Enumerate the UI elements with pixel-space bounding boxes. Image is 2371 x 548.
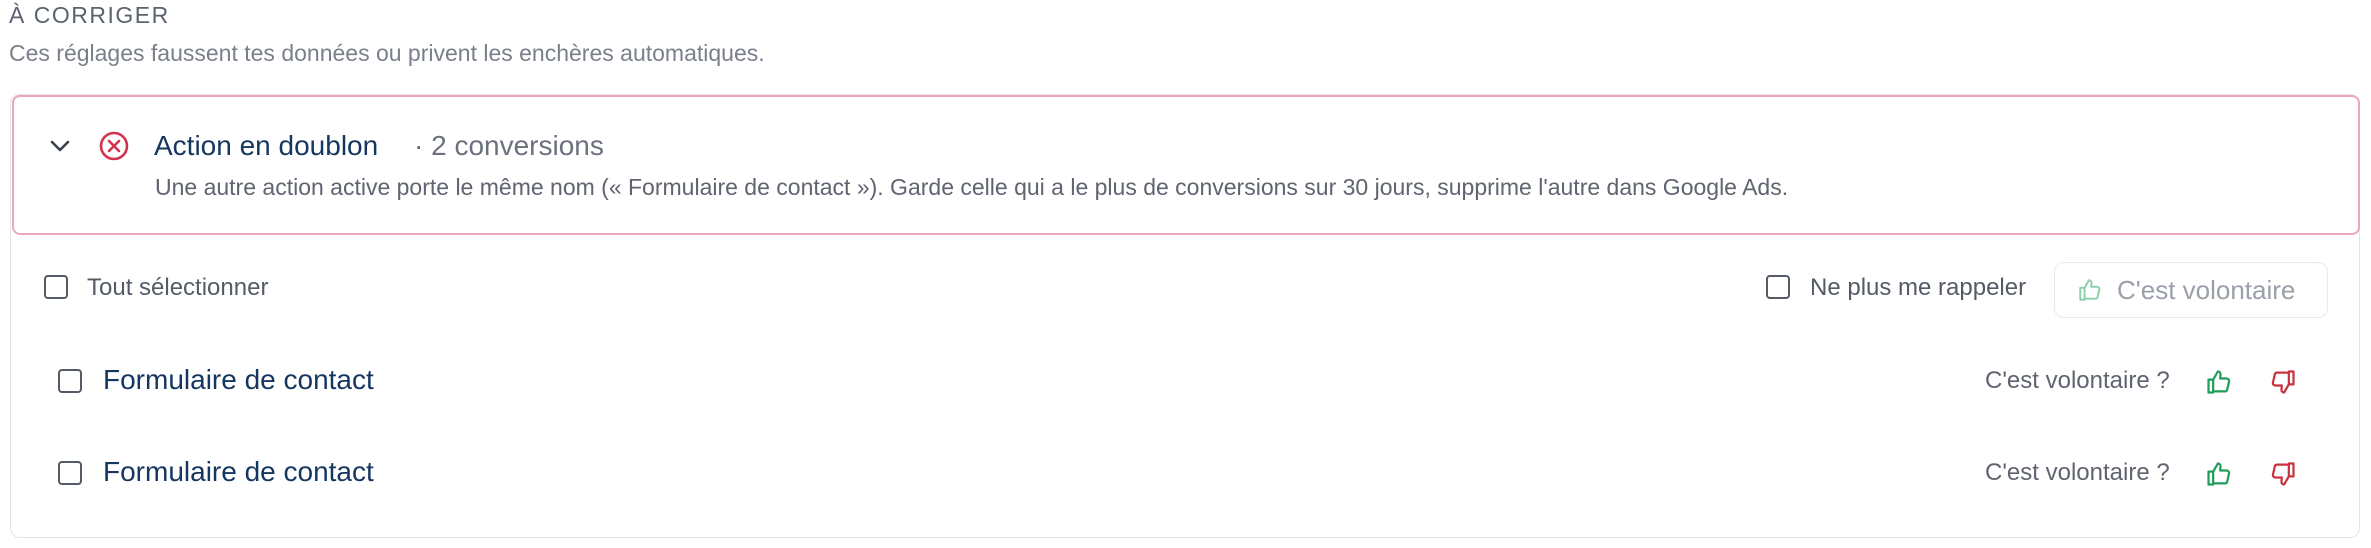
row-checkbox[interactable] — [58, 369, 82, 393]
row-label[interactable]: Formulaire de contact — [103, 456, 374, 488]
thumbs-down-icon[interactable] — [2266, 365, 2300, 399]
select-all-checkbox[interactable] — [44, 275, 68, 299]
thumbs-up-icon — [2077, 277, 2103, 303]
thumbs-up-icon[interactable] — [2202, 457, 2236, 491]
issue-description: Une autre action active porte le même no… — [155, 174, 1789, 200]
do-not-remind-checkbox[interactable] — [1766, 275, 1790, 299]
page: À CORRIGER Ces réglages faussent tes don… — [0, 0, 2371, 548]
chevron-down-icon[interactable] — [46, 132, 74, 160]
row-label[interactable]: Formulaire de contact — [103, 364, 374, 396]
do-not-remind-label[interactable]: Ne plus me rappeler — [1810, 274, 2026, 302]
row-question: C'est volontaire ? — [1985, 459, 2170, 486]
volontaire-button-label: C'est volontaire — [2117, 274, 2296, 305]
x-circle-icon — [98, 130, 130, 162]
issue-title: Action en doublon — [154, 130, 379, 161]
thumbs-up-icon[interactable] — [2202, 365, 2236, 399]
row-question: C'est volontaire ? — [1985, 367, 2170, 394]
issue-header[interactable] — [12, 95, 2360, 235]
row-checkbox[interactable] — [58, 461, 82, 485]
thumbs-down-icon[interactable] — [2266, 457, 2300, 491]
select-all-label[interactable]: Tout sélectionner — [87, 274, 268, 302]
section-subtitle: Ces réglages faussent tes données ou pri… — [9, 40, 765, 66]
volontaire-button[interactable]: C'est volontaire — [2054, 262, 2328, 318]
section-title: À CORRIGER — [9, 2, 170, 28]
issue-count: · 2 conversions — [414, 130, 604, 161]
